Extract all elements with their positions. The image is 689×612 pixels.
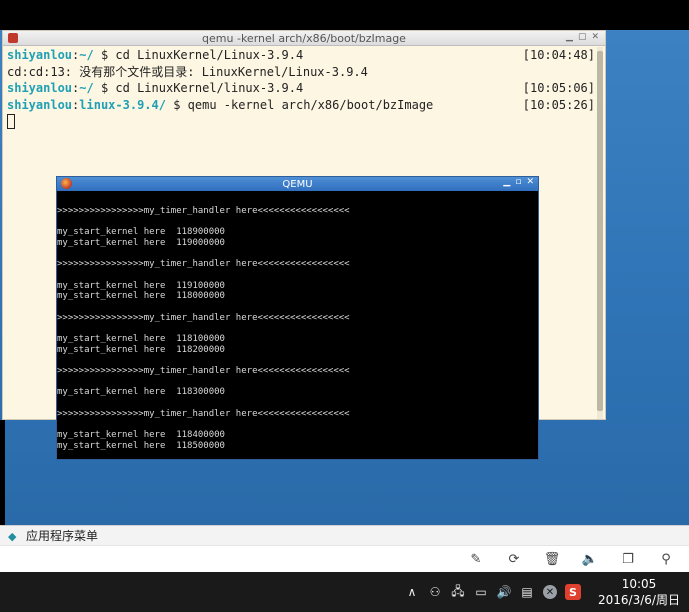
pin-icon[interactable]: ✎ — [467, 550, 485, 568]
qemu-console-line — [57, 419, 538, 430]
prompt-time: [10:04:48] — [522, 48, 595, 62]
qemu-console-line — [57, 302, 538, 313]
network-icon[interactable]: 🖧 — [448, 582, 468, 602]
qemu-console-line — [57, 377, 538, 388]
qemu-console-line: my_start_kernel here 118500000 — [57, 440, 225, 451]
qemu-console-line: >>>>>>>>>>>>>>>>my_timer_handler here<<<… — [57, 312, 350, 323]
qemu-console-line: my_start_kernel here 118200000 — [57, 344, 225, 355]
terminal-title: qemu -kernel arch/x86/boot/bzImage — [202, 31, 406, 45]
terminal-line: shiyanlou:~/ $ cd LinuxKernel/linux-3.9.… — [7, 81, 595, 95]
command-text: $ qemu -kernel arch/x86/boot/bzImage — [165, 97, 434, 112]
prompt-time: [10:05:06] — [522, 81, 595, 95]
system-tray: ∧ ⚇ 🖧 ▭ 🔊 ▤ ✕ S 10:05 2016/3/6/周日 — [399, 572, 689, 612]
terminal-output[interactable]: shiyanlou:~/ $ cd LinuxKernel/Linux-3.9.… — [7, 47, 595, 134]
prompt-path: linux-3.9.4/ — [79, 97, 166, 112]
terminal-scrollbar-thumb[interactable] — [597, 51, 603, 411]
vm-toolbar: ✎ ⟳ 🗑 🔈 ❐ ⚲ — [0, 545, 689, 572]
application-menu-panel: ◆ 应用程序菜单 — [0, 525, 689, 545]
people-icon[interactable]: ⚇ — [425, 582, 445, 602]
terminal-scrollbar[interactable] — [597, 47, 603, 419]
qemu-titlebar[interactable]: QEMU ▁ ▫ ✕ — [57, 177, 538, 191]
minimize-icon[interactable]: ▁ — [566, 32, 573, 42]
terminal-line: shiyanlou:linux-3.9.4/ $ qemu -kernel ar… — [7, 97, 595, 112]
clock-date: 2016/3/6/周日 — [598, 593, 680, 607]
qemu-console-line: my_start_kernel here 118300000 — [57, 387, 225, 398]
minimize-icon[interactable]: ▁ — [503, 177, 510, 187]
chevron-up-icon[interactable]: ∧ — [402, 582, 422, 602]
qemu-window[interactable]: QEMU ▁ ▫ ✕ >>>>>>>>>>>>>>>>my_timer_hand… — [56, 176, 539, 460]
terminal-window-controls: ▁ ▢ ✕ — [566, 32, 599, 42]
speaker-icon[interactable]: 🔈 — [581, 550, 599, 568]
terminal-line: shiyanlou:~/ $ cd LinuxKernel/Linux-3.9.… — [7, 48, 595, 62]
message-icon[interactable]: ▤ — [517, 582, 537, 602]
qemu-console[interactable]: >>>>>>>>>>>>>>>>my_timer_handler here<<<… — [57, 191, 538, 459]
qemu-console-line — [57, 216, 538, 227]
windows-taskbar: ∧ ⚇ 🖧 ▭ 🔊 ▤ ✕ S 10:05 2016/3/6/周日 — [0, 572, 689, 612]
sogou-ime-icon[interactable]: S — [565, 584, 581, 600]
close-icon[interactable]: ✕ — [526, 177, 534, 187]
command-text: $ cd LinuxKernel/Linux-3.9.4 — [93, 48, 304, 62]
qemu-console-line — [57, 248, 538, 259]
window-icon[interactable]: ❐ — [619, 550, 637, 568]
clock[interactable]: 10:05 2016/3/6/周日 — [589, 576, 689, 608]
qemu-console-line — [57, 355, 538, 366]
terminal-cursor — [7, 114, 15, 129]
terminal-line: cd:cd:13: 没有那个文件或目录: LinuxKernel/Linux-3… — [7, 64, 595, 81]
qemu-console-line: >>>>>>>>>>>>>>>>my_timer_handler here<<<… — [57, 366, 350, 376]
qemu-console-line: my_start_kernel here 118100000 — [57, 333, 225, 344]
qemu-console-line — [57, 195, 538, 206]
close-icon[interactable]: ✕ — [591, 32, 599, 42]
close-circle-icon[interactable]: ✕ — [543, 585, 557, 599]
prompt-user: shiyanlou — [7, 48, 73, 62]
qemu-console-line: >>>>>>>>>>>>>>>>my_timer_handler here<<<… — [57, 259, 350, 270]
trash-icon[interactable]: 🗑 — [543, 550, 561, 568]
left-edge — [0, 420, 5, 525]
refresh-icon[interactable]: ⟳ — [505, 550, 523, 568]
app-menu-label[interactable]: 应用程序菜单 — [26, 527, 98, 544]
top-black-strip — [0, 0, 689, 30]
qemu-console-line — [57, 323, 538, 334]
terminal-app-icon — [8, 33, 18, 43]
qemu-console-line — [57, 398, 538, 409]
qemu-console-line — [57, 270, 538, 281]
battery-icon[interactable]: ▭ — [471, 582, 491, 602]
qemu-window-controls: ▁ ▫ ✕ — [503, 177, 534, 187]
qemu-console-line: my_start_kernel here 118400000 — [57, 430, 225, 441]
qemu-console-line: my_start_kernel here 118000000 — [57, 291, 225, 302]
prompt-user: shiyanlou — [7, 81, 73, 95]
qemu-console-line: my_start_kernel here 119100000 — [57, 280, 225, 291]
terminal-cursor-line — [7, 113, 595, 134]
volume-icon[interactable]: 🔊 — [494, 582, 514, 602]
command-text: $ cd LinuxKernel/linux-3.9.4 — [93, 81, 304, 95]
qemu-console-line: my_start_kernel here 118900000 — [57, 227, 225, 238]
maximize-icon[interactable]: ▢ — [578, 32, 587, 42]
error-text: cd:cd:13: 没有那个文件或目录: LinuxKernel/Linux-3… — [7, 64, 368, 79]
maximize-icon[interactable]: ▫ — [515, 177, 521, 187]
qemu-title: QEMU — [282, 178, 313, 190]
terminal-titlebar[interactable]: qemu -kernel arch/x86/boot/bzImage ▁ ▢ ✕ — [3, 31, 605, 46]
app-menu-icon[interactable]: ◆ — [8, 530, 20, 543]
clock-time: 10:05 — [621, 577, 657, 591]
prompt-path: ~/ — [79, 81, 94, 95]
search-icon[interactable]: ⚲ — [657, 550, 675, 568]
qemu-console-line: >>>>>>>>>>>>>>>>my_timer_handler here<<<… — [57, 205, 350, 216]
prompt-path: ~/ — [79, 48, 94, 62]
prompt-time: [10:05:26] — [522, 97, 595, 112]
qemu-app-icon — [61, 178, 72, 189]
qemu-console-line: my_start_kernel here 119000000 — [57, 237, 225, 248]
prompt-user: shiyanlou — [7, 97, 73, 112]
qemu-console-line: >>>>>>>>>>>>>>>>my_timer_handler here<<<… — [57, 408, 350, 419]
